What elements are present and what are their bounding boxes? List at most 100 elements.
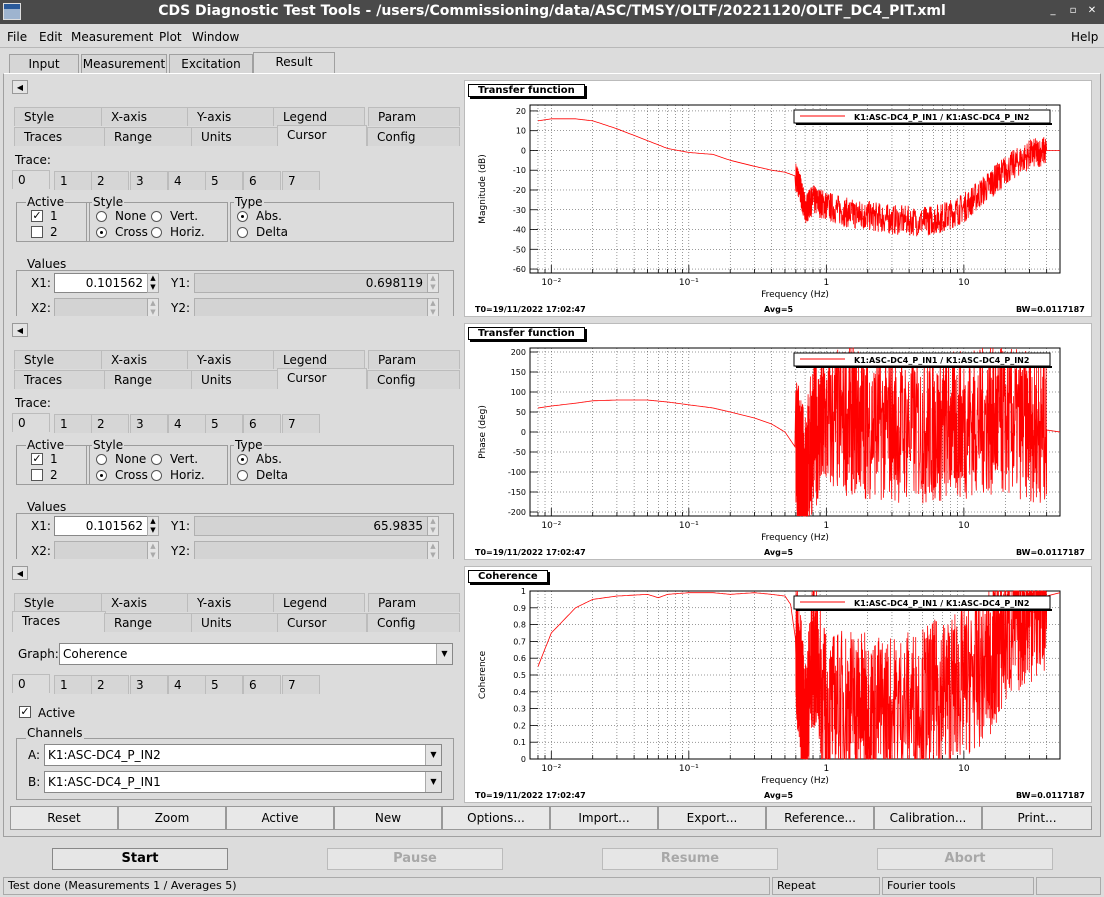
x2-spinner[interactable]: ▲ ▼	[147, 541, 159, 559]
type-abs-radio[interactable]	[237, 211, 248, 222]
option-tab-param[interactable]: Param	[368, 350, 460, 369]
cursor-1-checkbox[interactable]: ✓	[31, 453, 43, 465]
trace-tab-2[interactable]: 2	[91, 675, 129, 694]
tab-input[interactable]: Input	[9, 54, 79, 74]
style-cross-radio[interactable]	[96, 470, 107, 481]
option-tab-param[interactable]: Param	[368, 593, 460, 612]
option-tab-y-axis[interactable]: Y-axis	[187, 107, 275, 126]
type-delta-radio[interactable]	[237, 227, 248, 238]
tab-result[interactable]: Result	[253, 52, 335, 74]
trace-tab-3[interactable]: 3	[130, 171, 168, 190]
menu-help[interactable]: Help	[1071, 30, 1098, 44]
menu-measurement[interactable]: Measurement	[71, 30, 153, 44]
y2-spinner[interactable]: ▲ ▼	[427, 541, 439, 559]
trace-tab-5[interactable]: 5	[205, 171, 243, 190]
trace-tab-5[interactable]: 5	[205, 675, 243, 694]
menu-edit[interactable]: Edit	[39, 30, 62, 44]
y1-spinner[interactable]: ▲ ▼	[427, 273, 439, 293]
style-horiz-radio[interactable]	[151, 470, 162, 481]
graph-panel-magnitude[interactable]: 10⁻² 10⁻¹ 1 10 20 10 0 -10 -20 -30 -40 -50 -60 Freque…	[464, 80, 1092, 317]
trace-tab-1[interactable]: 1	[54, 414, 92, 433]
option-tab-traces[interactable]: Traces	[14, 127, 106, 146]
print-button[interactable]: Print...	[982, 806, 1092, 830]
style-none-radio[interactable]	[96, 211, 107, 222]
option-tab-style[interactable]: Style	[14, 593, 102, 612]
close-icon[interactable]: ✕	[1085, 4, 1099, 18]
options-button[interactable]: Options...	[442, 806, 550, 830]
y2-field[interactable]	[194, 541, 428, 559]
channel-b-select[interactable]: K1:ASC-DC4_P_IN1 ▼	[44, 771, 442, 793]
chevron-down-icon[interactable]: ▼	[425, 772, 441, 792]
trace-tab-4[interactable]: 4	[168, 675, 206, 694]
trace-tab-5[interactable]: 5	[205, 414, 243, 433]
tab-excitation[interactable]: Excitation	[169, 54, 253, 74]
calibration-button[interactable]: Calibration...	[874, 806, 982, 830]
trace-tab-1[interactable]: 1	[54, 675, 92, 694]
type-abs-radio[interactable]	[237, 454, 248, 465]
option-tab-param[interactable]: Param	[368, 107, 460, 126]
cursor-2-checkbox[interactable]	[31, 226, 43, 238]
maximize-icon[interactable]: ▫	[1066, 4, 1080, 18]
option-tab-range[interactable]: Range	[104, 370, 192, 389]
y1-spinner[interactable]: ▲ ▼	[427, 516, 439, 536]
option-tab-x-axis[interactable]: X-axis	[101, 593, 189, 612]
zoom-button[interactable]: Zoom	[118, 806, 226, 830]
y2-field[interactable]	[194, 298, 428, 316]
channel-a-select[interactable]: K1:ASC-DC4_P_IN2 ▼	[44, 744, 442, 766]
style-none-radio[interactable]	[96, 454, 107, 465]
trace-tab-6[interactable]: 6	[243, 675, 281, 694]
reset-button[interactable]: Reset	[10, 806, 118, 830]
trace-tab-6[interactable]: 6	[243, 171, 281, 190]
trace-tab-2[interactable]: 2	[91, 171, 129, 190]
style-vert-radio[interactable]	[151, 454, 162, 465]
option-tab-cursor[interactable]: Cursor	[277, 125, 367, 146]
option-tab-x-axis[interactable]: X-axis	[101, 350, 189, 369]
graph-panel-coherence[interactable]: 10⁻² 10⁻¹ 1 10 1 0.9 0.8 0.7 0.6 0.5 0.4 0.3 0.2 0.1 0…	[464, 566, 1092, 803]
menu-plot[interactable]: Plot	[159, 30, 182, 44]
trace-tab-7[interactable]: 7	[282, 414, 320, 433]
option-tab-legend[interactable]: Legend	[273, 350, 365, 369]
cursor-1-checkbox[interactable]: ✓	[31, 210, 43, 222]
option-tab-traces[interactable]: Traces	[12, 611, 106, 632]
option-tab-traces[interactable]: Traces	[14, 370, 106, 389]
option-tab-x-axis[interactable]: X-axis	[101, 107, 189, 126]
trace-tab-7[interactable]: 7	[282, 171, 320, 190]
active-button[interactable]: Active	[226, 806, 334, 830]
magnitude-plot[interactable]: 10⁻² 10⁻¹ 1 10 20 10 0 -10 -20 -30 -40 -50 -60 Freque…	[465, 81, 1092, 317]
cursor-2-checkbox[interactable]	[31, 469, 43, 481]
chevron-down-icon[interactable]: ▼	[436, 644, 452, 664]
abort-button[interactable]: Abort	[877, 848, 1053, 870]
x2-field[interactable]	[54, 541, 148, 559]
y1-field[interactable]: 65.9835	[194, 516, 428, 536]
option-tab-units[interactable]: Units	[191, 127, 279, 146]
phase-plot[interactable]: 10⁻² 10⁻¹ 1 10 200 150 100 50 0 -50 -100 -150 -200 Fr…	[465, 324, 1092, 560]
y2-spinner[interactable]: ▲ ▼	[427, 298, 439, 316]
option-tab-units[interactable]: Units	[191, 370, 279, 389]
trace-active-checkbox[interactable]: ✓	[19, 706, 31, 718]
y1-field[interactable]: 0.698119	[194, 273, 428, 293]
tab-measurement[interactable]: Measurement	[81, 54, 167, 74]
option-tab-y-axis[interactable]: Y-axis	[187, 593, 275, 612]
pause-button[interactable]: Pause	[327, 848, 503, 870]
x2-spinner[interactable]: ▲ ▼	[147, 298, 159, 316]
collapse-left-icon[interactable]: ◀	[12, 566, 28, 580]
x2-field[interactable]	[54, 298, 148, 316]
reference-button[interactable]: Reference...	[766, 806, 874, 830]
trace-tab-0[interactable]: 0	[12, 170, 50, 189]
graph-panel-phase[interactable]: 10⁻² 10⁻¹ 1 10 200 150 100 50 0 -50 -100 -150 -200 Fr…	[464, 323, 1092, 560]
option-tab-cursor[interactable]: Cursor	[277, 613, 367, 632]
option-tab-units[interactable]: Units	[191, 613, 279, 632]
x1-spinner[interactable]: ▲ ▼	[147, 273, 159, 293]
trace-tab-0[interactable]: 0	[12, 674, 50, 693]
trace-tab-4[interactable]: 4	[168, 171, 206, 190]
trace-tab-1[interactable]: 1	[54, 171, 92, 190]
trace-tab-0[interactable]: 0	[12, 413, 50, 432]
collapse-left-icon[interactable]: ◀	[12, 323, 28, 337]
option-tab-y-axis[interactable]: Y-axis	[187, 350, 275, 369]
menu-window[interactable]: Window	[192, 30, 239, 44]
export-button[interactable]: Export...	[658, 806, 766, 830]
menu-file[interactable]: File	[7, 30, 27, 44]
resume-button[interactable]: Resume	[602, 848, 778, 870]
new-button[interactable]: New	[334, 806, 442, 830]
option-tab-config[interactable]: Config	[367, 370, 460, 389]
